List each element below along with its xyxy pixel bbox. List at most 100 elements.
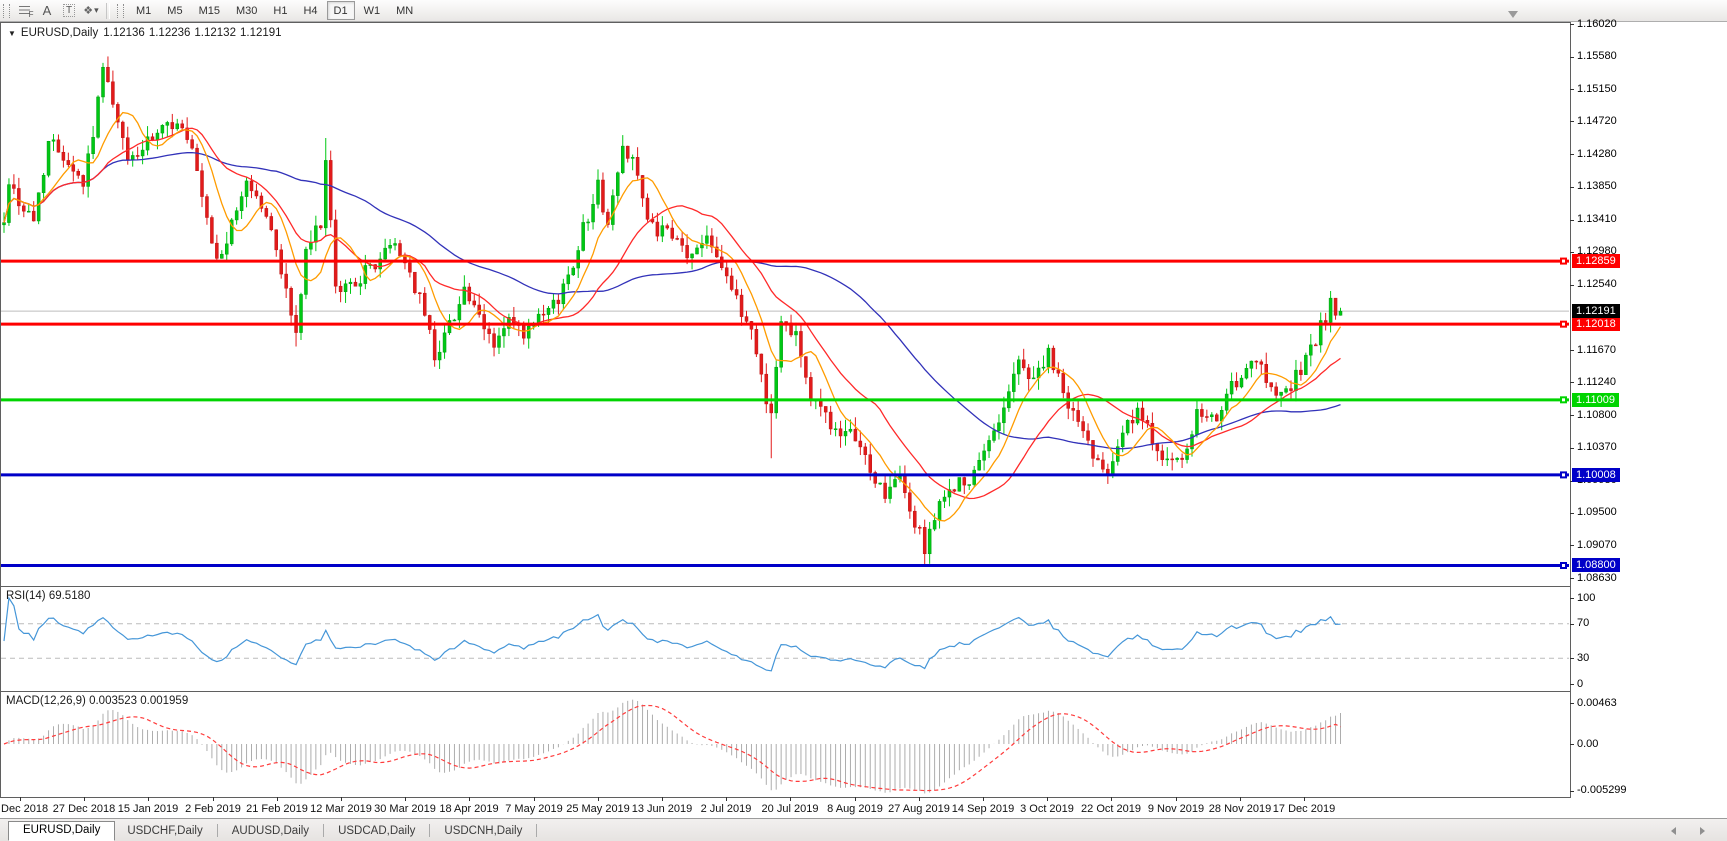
macd-tick-label: 0.00	[1577, 738, 1598, 750]
price-tick-label: 1.09070	[1577, 539, 1617, 551]
time-axis-tick	[598, 797, 599, 801]
time-axis-label: 18 Apr 2019	[439, 803, 498, 815]
time-axis-label: 12 Mar 2019	[310, 803, 372, 815]
time-axis-tick	[1111, 797, 1112, 801]
timeframe-button-H4[interactable]: H4	[296, 1, 324, 20]
time-axis-tick	[84, 797, 85, 801]
price-tick-label: 1.13850	[1577, 180, 1617, 192]
toolbar: F A T ❖ ▾ M1M5M15M30H1H4D1W1MN	[0, 0, 1727, 22]
toolbar-drag-handle[interactable]	[117, 4, 124, 18]
time-axis-label: 25 May 2019	[566, 803, 630, 815]
fibonacci-tool-button[interactable]: F	[15, 2, 35, 20]
tab-separator	[429, 824, 430, 837]
timeframe-button-M15[interactable]: M15	[192, 1, 227, 20]
timeframe-button-MN[interactable]: MN	[389, 1, 420, 20]
timeframe-button-W1[interactable]: W1	[357, 1, 388, 20]
scroll-to-end-marker[interactable]	[1508, 11, 1518, 18]
rsi-indicator-label: RSI(14) 69.5180	[6, 590, 90, 602]
time-axis-label: 20 Jul 2019	[762, 803, 819, 815]
axis-tick	[1570, 658, 1574, 659]
axis-tick	[1570, 545, 1574, 546]
timeframe-button-M5[interactable]: M5	[160, 1, 189, 20]
rsi-panel[interactable]	[0, 586, 1571, 692]
chart-tab-bar: EURUSD,DailyUSDCHF,Daily AUDUSD,Daily USDC…	[0, 818, 1727, 841]
axis-tick	[1570, 624, 1574, 625]
time-axis-tick	[1047, 797, 1048, 801]
chart-tab-usdcad[interactable]: USDCAD,Daily	[326, 822, 427, 841]
ohlc-close: 1.12191	[240, 27, 282, 39]
axis-tick	[1570, 415, 1574, 416]
time-axis-label: 27 Dec 2018	[53, 803, 115, 815]
macd-panel[interactable]	[0, 691, 1571, 798]
axis-tick	[1570, 350, 1574, 351]
price-chart-panel[interactable]	[0, 22, 1571, 587]
timeframe-button-M1[interactable]: M1	[129, 1, 158, 20]
axis-tick	[1570, 187, 1574, 188]
time-axis-label: 27 Aug 2019	[888, 803, 950, 815]
chart-tab-eurusd[interactable]: EURUSD,Daily	[8, 821, 115, 841]
axis-tick	[1570, 252, 1574, 253]
time-axis-tick	[148, 797, 149, 801]
time-axis-label: 9 Nov 2019	[1148, 803, 1204, 815]
macd-tick-label: 0.00463	[1577, 697, 1617, 709]
timeframe-button-M30[interactable]: M30	[229, 1, 264, 20]
toolbar-separator	[106, 3, 110, 19]
ohlc-high: 1.12236	[149, 27, 191, 39]
time-axis-label: 14 Sep 2019	[952, 803, 1014, 815]
axis-tick	[1570, 121, 1574, 122]
current-price-badge: 1.12191	[1572, 304, 1620, 318]
time-axis-label: 2 Jul 2019	[701, 803, 752, 815]
tab-separator	[217, 824, 218, 837]
chart-tab-audusd[interactable]: AUDUSD,Daily	[220, 822, 321, 841]
collapse-triangle-icon[interactable]: ▼	[8, 29, 16, 38]
label-tool-button[interactable]: T	[59, 2, 79, 20]
timeframe-button-H1[interactable]: H1	[266, 1, 294, 20]
level-price-badge: 1.10008	[1572, 468, 1620, 482]
axis-tick	[1570, 154, 1574, 155]
time-axis-tick	[277, 797, 278, 801]
time-axis-label: 8 Aug 2019	[827, 803, 883, 815]
price-tick-label: 1.13410	[1577, 213, 1617, 225]
time-axis-tick	[790, 797, 791, 801]
axis-tick	[1570, 598, 1574, 599]
axis-tick	[1570, 382, 1574, 383]
price-tick-label: 1.11240	[1577, 376, 1616, 388]
time-axis-label: 30 Mar 2019	[374, 803, 436, 815]
arrows-tool-button[interactable]: ❖ ▾	[81, 2, 101, 20]
time-axis-tick	[726, 797, 727, 801]
axis-tick	[1570, 220, 1574, 221]
toolbar-drag-handle[interactable]	[3, 4, 10, 18]
time-axis-label: 21 Feb 2019	[246, 803, 308, 815]
chart-title: ▼ EURUSD,Daily 1.12136 1.12236 1.12132 1…	[8, 27, 282, 39]
time-axis-label: 13 Jun 2019	[632, 803, 693, 815]
chevron-down-icon: ▾	[94, 5, 99, 16]
time-axis-label: 28 Nov 2019	[1209, 803, 1271, 815]
tab-separator	[536, 824, 537, 837]
time-axis-tick	[1176, 797, 1177, 801]
symbol-period-label: EURUSD,Daily	[21, 27, 98, 39]
chart-tab-usdchf[interactable]: USDCHF,Daily	[115, 822, 214, 841]
time-axis-tick	[919, 797, 920, 801]
axis-tick	[1570, 744, 1574, 745]
ohlc-low: 1.12132	[194, 27, 236, 39]
time-axis-label: 7 May 2019	[505, 803, 562, 815]
axis-tick	[1570, 791, 1574, 792]
scroll-tabs-left-icon[interactable]	[1671, 827, 1676, 835]
time-axis-tick	[983, 797, 984, 801]
scroll-tabs-right-icon[interactable]	[1700, 827, 1705, 835]
axis-tick	[1570, 57, 1574, 58]
timeframe-button-D1[interactable]: D1	[327, 1, 355, 20]
text-tool-button[interactable]: A	[37, 2, 57, 20]
price-tick-label: 1.12540	[1577, 278, 1617, 290]
fibonacci-icon: F	[19, 5, 32, 16]
price-tick-label: 1.09500	[1577, 506, 1617, 518]
price-tick-label: 1.10800	[1577, 409, 1617, 421]
time-axis-label: 2 Feb 2019	[185, 803, 241, 815]
ohlc-open: 1.12136	[103, 27, 145, 39]
arrows-icon: ❖	[83, 4, 92, 17]
axis-tick	[1570, 578, 1574, 579]
label-icon: T	[63, 4, 75, 17]
time-axis-tick	[20, 797, 21, 801]
level-price-badge: 1.08800	[1572, 558, 1620, 572]
chart-tab-usdcnh[interactable]: USDCNH,Daily	[432, 822, 534, 841]
